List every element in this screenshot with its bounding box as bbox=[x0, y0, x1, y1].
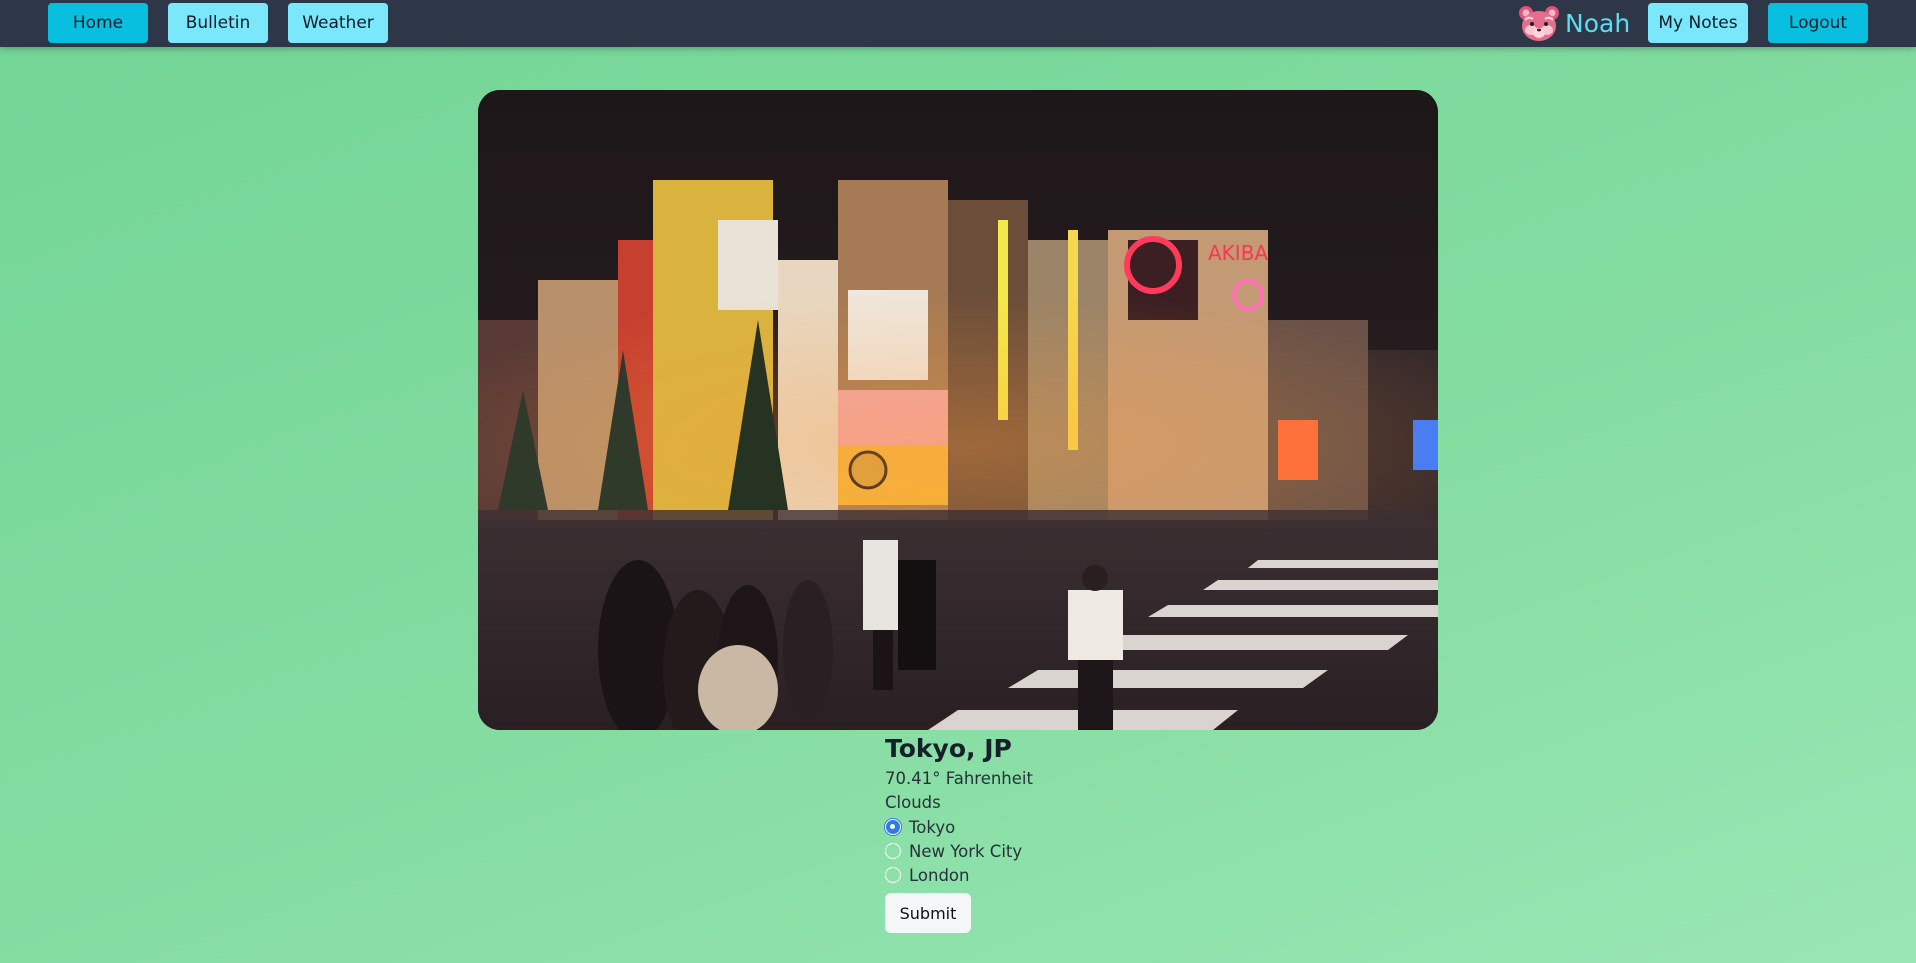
radio-button[interactable] bbox=[885, 843, 901, 859]
submit-button[interactable]: Submit bbox=[885, 893, 971, 933]
top-navbar: Home Bulletin Weather Noah My Notes Logo… bbox=[0, 0, 1916, 47]
city-photo: AKIBA bbox=[478, 90, 1438, 730]
svg-text:AKIBA: AKIBA bbox=[1208, 241, 1268, 265]
weather-condition: Clouds bbox=[885, 793, 941, 812]
radio-tokyo[interactable]: Tokyo bbox=[885, 815, 1285, 839]
radio-label: London bbox=[909, 865, 970, 885]
radio-label: New York City bbox=[909, 841, 1023, 861]
radio-button-checked[interactable] bbox=[885, 819, 901, 835]
radio-button[interactable] bbox=[885, 867, 901, 883]
temperature: 70.41° Fahrenheit bbox=[885, 769, 1033, 788]
city-name: Tokyo, JP bbox=[885, 734, 1012, 763]
radio-new-york-city[interactable]: New York City bbox=[885, 839, 1285, 863]
my-notes-button[interactable]: My Notes bbox=[1648, 3, 1748, 43]
logout-button[interactable]: Logout bbox=[1768, 3, 1868, 43]
weather-button[interactable]: Weather bbox=[288, 3, 388, 43]
radio-label: Tokyo bbox=[909, 817, 956, 837]
bulletin-button[interactable]: Bulletin bbox=[168, 3, 268, 43]
red-panda-icon bbox=[1519, 6, 1559, 41]
user-name: Noah bbox=[1565, 8, 1631, 38]
radio-london[interactable]: London bbox=[885, 863, 1285, 887]
user-profile[interactable]: Noah bbox=[1517, 3, 1630, 43]
home-button[interactable]: Home bbox=[48, 3, 148, 43]
weather-info: Tokyo, JP 70.41° Fahrenheit Clouds Tokyo… bbox=[885, 731, 1285, 933]
